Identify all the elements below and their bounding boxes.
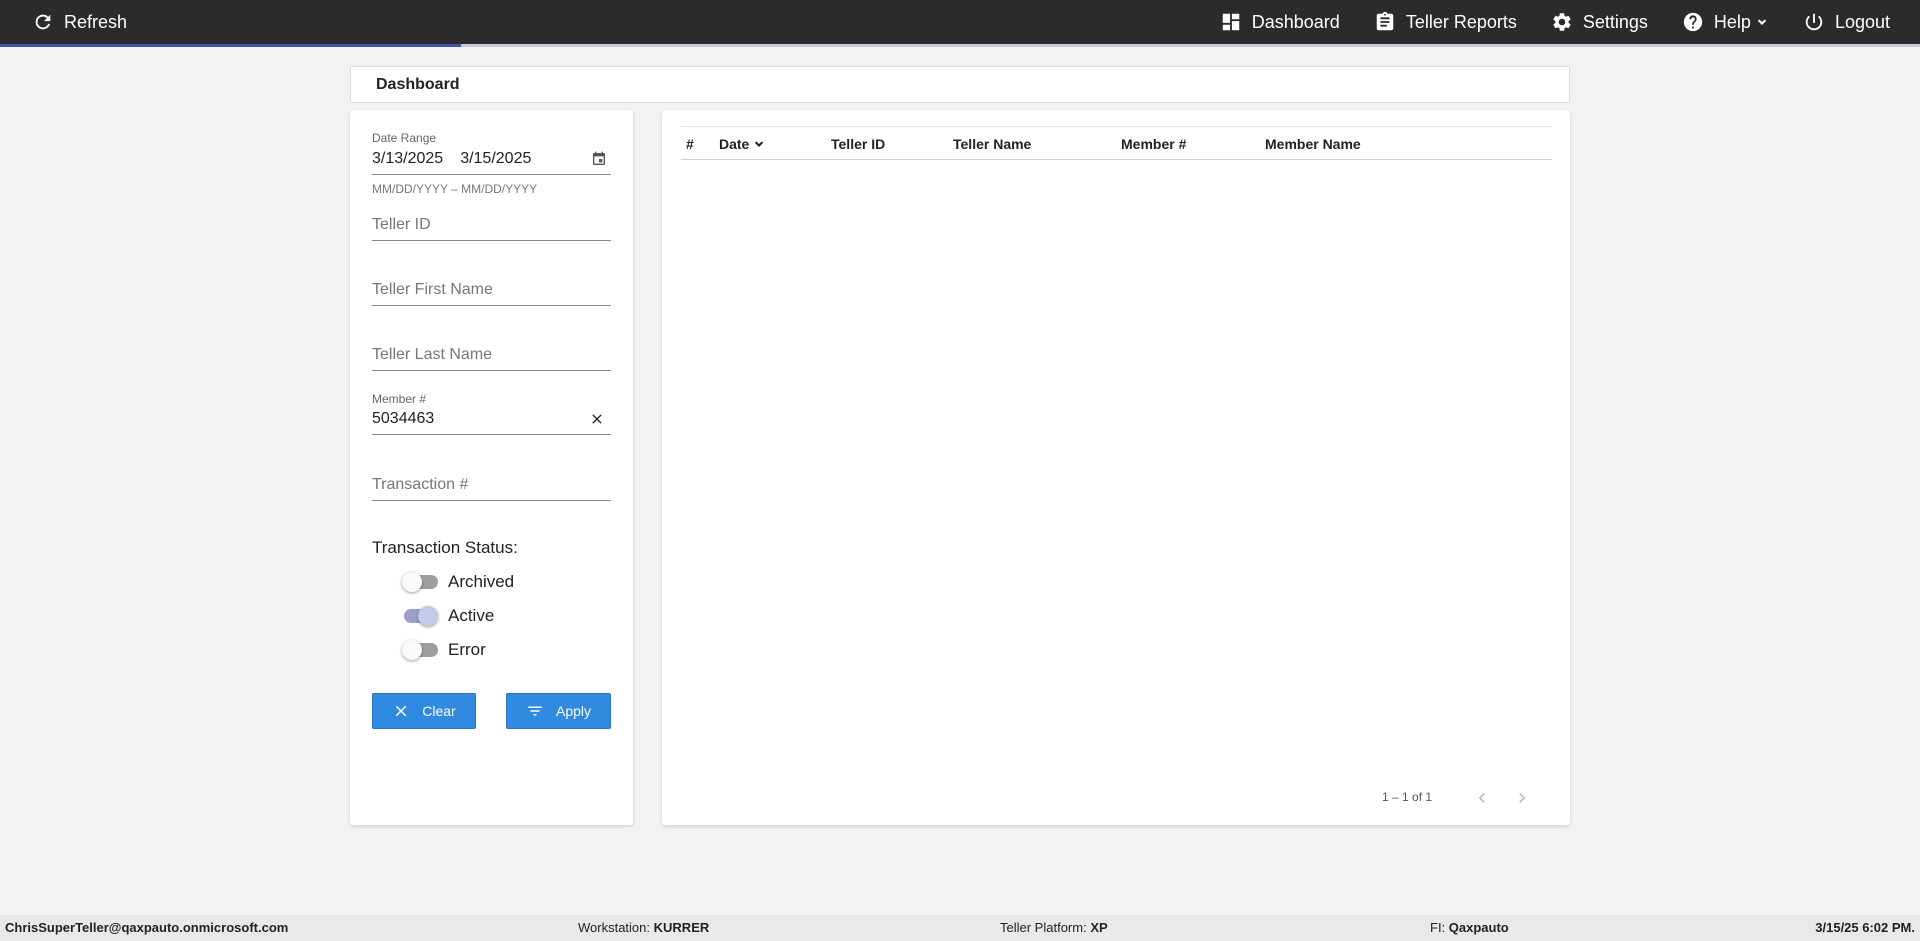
refresh-button[interactable]: Refresh	[32, 0, 127, 44]
clear-button[interactable]: Clear	[372, 693, 476, 729]
column-header-member-number[interactable]: Member #	[1121, 136, 1186, 152]
loading-progress-bar	[0, 44, 461, 47]
member-number-label: Member #	[372, 392, 427, 406]
column-header-date-label: Date	[719, 136, 750, 152]
refresh-label: Refresh	[64, 11, 128, 32]
filter-icon	[528, 706, 542, 716]
toggle-archived[interactable]: Archived	[402, 572, 514, 592]
archived-label: Archived	[448, 572, 515, 591]
active-switch[interactable]	[402, 606, 438, 626]
dashboard-icon	[1222, 13, 1239, 31]
nav-help-label: Help	[1713, 11, 1751, 32]
toggle-active[interactable]: Active	[402, 606, 494, 626]
footer-datetime: 3/15/25 6:02 PM.	[1815, 920, 1915, 935]
teller-last-name-placeholder: Teller Last Name	[372, 346, 493, 363]
teller-id-placeholder: Teller ID	[372, 216, 431, 233]
refresh-icon	[35, 14, 51, 30]
teller-last-name-input[interactable]: Teller Last Name	[372, 346, 611, 371]
footer-fi: FI: Qaxpauto	[1430, 920, 1509, 935]
member-number-value[interactable]: 5034463	[372, 410, 611, 434]
nav-settings[interactable]: Settings	[1551, 0, 1648, 44]
start-date-input[interactable]: 3/13/2025	[372, 150, 443, 168]
end-date-input[interactable]: 3/15/2025	[460, 150, 531, 168]
column-header-teller-id[interactable]: Teller ID	[831, 136, 885, 152]
footer-fi-value: Qaxpauto	[1448, 920, 1509, 935]
member-number-input[interactable]: 5034463	[372, 410, 611, 435]
footer-platform-label: Teller Platform:	[1000, 920, 1087, 935]
nav-help[interactable]: Help	[1682, 0, 1769, 44]
footer-user: ChrisSuperTeller@qaxpauto.onmicrosoft.co…	[5, 920, 288, 935]
footer-platform-value: XP	[1090, 920, 1108, 935]
main-nav: Dashboard Teller Reports Settings Help L…	[1220, 0, 1890, 44]
sort-chevron-down-icon	[755, 141, 764, 147]
results-panel: # Date Teller ID Teller Name Member # Me…	[662, 110, 1570, 825]
nav-dashboard-label: Dashboard	[1251, 11, 1340, 32]
error-switch[interactable]	[402, 640, 438, 660]
teller-first-name-placeholder: Teller First Name	[372, 281, 493, 298]
nav-dashboard[interactable]: Dashboard	[1220, 0, 1340, 44]
table-header: # Date Teller ID Teller Name Member # Me…	[681, 126, 1552, 160]
calendar-icon[interactable]	[591, 151, 607, 167]
date-range-label: Date Range	[372, 131, 437, 145]
apply-button[interactable]: Apply	[506, 693, 611, 729]
column-header-number[interactable]: #	[686, 136, 694, 152]
power-icon	[1805, 13, 1823, 31]
column-header-date[interactable]: Date	[719, 136, 766, 152]
nav-logout-label: Logout	[1834, 11, 1890, 32]
footer-user-value: ChrisSuperTeller@qaxpauto.onmicrosoft.co…	[5, 920, 289, 935]
nav-logout[interactable]: Logout	[1803, 0, 1890, 44]
date-range-field[interactable]: 3/13/2025 3/15/2025	[372, 150, 611, 175]
gear-icon	[1553, 13, 1571, 31]
help-icon	[1683, 12, 1703, 32]
top-toolbar: Refresh Dashboard Teller Reports Setting…	[0, 0, 1920, 44]
chevron-down-icon	[1757, 19, 1767, 25]
toggle-error[interactable]: Error	[402, 640, 486, 660]
column-header-member-name[interactable]: Member Name	[1265, 136, 1361, 152]
footer-workstation-label: Workstation:	[578, 920, 651, 935]
column-header-teller-name[interactable]: Teller Name	[953, 136, 1031, 152]
active-label: Active	[448, 606, 495, 625]
apply-button-label: Apply	[555, 703, 592, 719]
filter-panel: Date Range 3/13/2025 3/15/2025 MM/DD/YYY…	[350, 110, 633, 825]
page-title-card: Dashboard	[350, 66, 1570, 103]
teller-id-input[interactable]: Teller ID	[372, 216, 611, 241]
footer-workstation-value: KURRER	[653, 920, 710, 935]
footer-platform: Teller Platform: XP	[1000, 920, 1108, 935]
status-footer: ChrisSuperTeller@qaxpauto.onmicrosoft.co…	[0, 915, 1920, 941]
nav-settings-label: Settings	[1582, 11, 1648, 32]
archived-switch[interactable]	[402, 572, 438, 592]
footer-fi-label: FI:	[1430, 920, 1446, 935]
page-title: Dashboard	[376, 75, 460, 93]
error-label: Error	[448, 640, 486, 659]
nav-teller-reports-label: Teller Reports	[1405, 11, 1517, 32]
pagination-range: 1 – 1 of 1	[1382, 790, 1433, 804]
previous-page-icon[interactable]	[1472, 788, 1492, 808]
clear-member-icon[interactable]	[589, 411, 605, 427]
teller-first-name-input[interactable]: Teller First Name	[372, 281, 611, 306]
transaction-number-input[interactable]: Transaction #	[372, 476, 611, 501]
next-page-icon[interactable]	[1512, 788, 1532, 808]
close-icon	[396, 705, 407, 717]
footer-workstation: Workstation: KURRER	[578, 920, 709, 935]
transaction-number-placeholder: Transaction #	[372, 476, 469, 493]
clear-button-label: Clear	[422, 703, 456, 719]
clipboard-icon	[1376, 11, 1394, 31]
transaction-status-label: Transaction Status:	[372, 538, 518, 557]
footer-datetime-value: 3/15/25 6:02 PM.	[1815, 920, 1915, 935]
nav-teller-reports[interactable]: Teller Reports	[1374, 0, 1517, 44]
date-range-hint: MM/DD/YYYY – MM/DD/YYYY	[372, 182, 538, 196]
